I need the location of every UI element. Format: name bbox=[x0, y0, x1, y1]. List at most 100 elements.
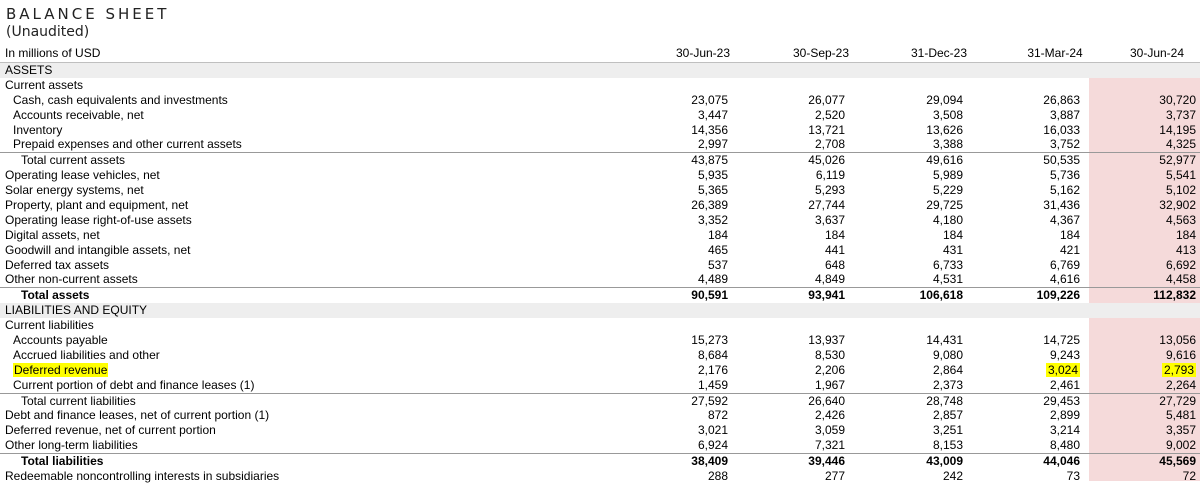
total-assets-row: Total assets 90,591 93,941 106,618 109,2… bbox=[0, 287, 1200, 303]
cell-value: 413 bbox=[1175, 242, 1196, 257]
cell-value: 9,243 bbox=[1049, 347, 1080, 362]
cell-value: 14,431 bbox=[926, 333, 963, 348]
cell-value: 2,176 bbox=[697, 362, 728, 377]
cell-value: 2,864 bbox=[932, 362, 963, 377]
cell-value: 30,720 bbox=[1159, 92, 1196, 107]
cell-value: 13,056 bbox=[1159, 333, 1196, 348]
table-row: Solar energy systems, net 5,365 5,293 5,… bbox=[0, 183, 1200, 198]
table-row: Other non-current assets 4,489 4,849 4,5… bbox=[0, 272, 1200, 287]
period-header: 30-Jun-23 bbox=[675, 46, 731, 60]
cell-value: 5,162 bbox=[1049, 183, 1080, 198]
table-row: Cash, cash equivalents and investments 2… bbox=[0, 93, 1200, 108]
cell-value: 9,002 bbox=[1165, 438, 1196, 453]
cell-value: 26,640 bbox=[808, 393, 845, 408]
cell-value: 3,447 bbox=[697, 107, 728, 122]
table-row: Current portion of debt and finance leas… bbox=[0, 378, 1200, 393]
cell-value: 1,459 bbox=[697, 377, 728, 392]
cell-value: 421 bbox=[1059, 242, 1080, 257]
cell-value: 2,206 bbox=[814, 362, 845, 377]
cell-value: 2,520 bbox=[814, 107, 845, 122]
row-label: Operating lease right-of-use assets bbox=[5, 212, 192, 227]
cell-value: 72 bbox=[1182, 469, 1196, 484]
cell-value: 2,857 bbox=[932, 408, 963, 423]
cell-value: 6,119 bbox=[815, 168, 845, 183]
cell-value: 2,899 bbox=[1049, 408, 1080, 423]
cell-value: 31,436 bbox=[1043, 198, 1080, 213]
cell-value: 5,365 bbox=[697, 183, 728, 198]
cell-value: 184 bbox=[1175, 227, 1196, 242]
table-row: Other long-term liabilities 6,924 7,321 … bbox=[0, 438, 1200, 453]
cell-value: 5,229 bbox=[932, 183, 963, 198]
cell-value: 28,748 bbox=[926, 393, 963, 408]
cell-value: 26,077 bbox=[808, 92, 845, 107]
cell-value: 5,736 bbox=[1049, 168, 1080, 183]
cell-value: 465 bbox=[707, 242, 728, 257]
table-header-row: In millions of USD 30-Jun-23 30-Sep-23 3… bbox=[0, 44, 1200, 63]
row-label: Other non-current assets bbox=[5, 272, 138, 287]
cell-value: 4,458 bbox=[1165, 272, 1196, 287]
row-label: Current liabilities bbox=[5, 318, 94, 333]
row-label: Digital assets, net bbox=[5, 227, 100, 242]
cell-value: 2,793 bbox=[1096, 362, 1196, 378]
cell-value: 431 bbox=[942, 242, 963, 257]
period-header: 30-Jun-24 bbox=[1129, 46, 1185, 60]
table-row: Digital assets, net 184 184 184 184 184 bbox=[0, 228, 1200, 243]
subsection-row-current-liabilities: Current liabilities bbox=[0, 318, 1200, 333]
cell-value: 3,352 bbox=[697, 212, 728, 227]
report-title: BALANCE SHEET bbox=[6, 5, 170, 23]
row-label: LIABILITIES AND EQUITY bbox=[5, 303, 148, 318]
cell-value: 14,725 bbox=[1043, 333, 1080, 348]
row-label: Other long-term liabilities bbox=[5, 438, 138, 453]
unit-label: In millions of USD bbox=[5, 46, 101, 60]
cell-value: 3,357 bbox=[1165, 423, 1196, 438]
row-label: Property, plant and equipment, net bbox=[5, 198, 189, 213]
cell-value: 32,902 bbox=[1159, 198, 1196, 213]
cell-value: 52,977 bbox=[1159, 153, 1196, 168]
table-row: Inventory 14,356 13,721 13,626 16,033 14… bbox=[0, 123, 1200, 138]
cell-value: 14,195 bbox=[1159, 122, 1196, 137]
cell-value: 242 bbox=[942, 469, 963, 484]
cell-value: 4,180 bbox=[932, 212, 963, 227]
row-label: Redeemable noncontrolling interests in s… bbox=[5, 469, 280, 484]
cell-value: 537 bbox=[707, 257, 728, 272]
cell-value: 8,530 bbox=[814, 347, 845, 362]
row-label: Total liabilities bbox=[21, 454, 104, 469]
cell-value: 3,887 bbox=[1049, 107, 1080, 122]
cell-value: 93,941 bbox=[808, 288, 845, 303]
row-label: Inventory bbox=[13, 122, 63, 137]
cell-value: 184 bbox=[707, 227, 728, 242]
table-row: Accrued liabilities and other 8,684 8,53… bbox=[0, 348, 1200, 363]
cell-value: 13,937 bbox=[808, 333, 845, 348]
row-label: Goodwill and intangible assets, net bbox=[5, 242, 191, 257]
cell-value: 43,875 bbox=[691, 153, 728, 168]
cell-value: 112,832 bbox=[1153, 288, 1196, 303]
cell-value: 2,997 bbox=[697, 137, 728, 152]
table-row: Prepaid expenses and other current asset… bbox=[0, 137, 1200, 152]
cell-value: 2,708 bbox=[814, 137, 845, 152]
cell-value: 5,481 bbox=[1165, 408, 1196, 423]
cell-value: 4,325 bbox=[1165, 137, 1196, 152]
table-row: Accounts receivable, net 3,447 2,520 3,5… bbox=[0, 108, 1200, 123]
subsection-row-current-assets: Current assets bbox=[0, 78, 1200, 93]
period-header: 31-Mar-24 bbox=[1027, 46, 1083, 60]
cell-value: 184 bbox=[824, 227, 845, 242]
table-row: Operating lease vehicles, net 5,935 6,11… bbox=[0, 168, 1200, 183]
cell-value: 3,214 bbox=[1049, 423, 1080, 438]
cell-value: 16,033 bbox=[1043, 122, 1080, 137]
cell-value: 109,226 bbox=[1036, 288, 1080, 303]
cell-value: 14,356 bbox=[691, 122, 728, 137]
cell-value: 50,535 bbox=[1043, 153, 1080, 168]
cell-value: 39,446 bbox=[808, 454, 845, 469]
cell-value: 184 bbox=[1059, 227, 1080, 242]
cell-value: 1,967 bbox=[814, 377, 845, 392]
cell-value: 277 bbox=[824, 469, 845, 484]
cell-value: 5,989 bbox=[932, 168, 963, 183]
table-row: Redeemable noncontrolling interests in s… bbox=[0, 469, 1200, 484]
deferred-revenue-row: Deferred revenue 2,176 2,206 2,864 3,024… bbox=[0, 362, 1200, 378]
cell-value: 90,591 bbox=[691, 288, 728, 303]
cell-value: 5,293 bbox=[814, 183, 845, 198]
cell-value: 8,480 bbox=[1049, 438, 1080, 453]
table-row: Goodwill and intangible assets, net 465 … bbox=[0, 243, 1200, 258]
cell-value: 49,616 bbox=[926, 153, 963, 168]
cell-value: 2,264 bbox=[1165, 377, 1196, 392]
